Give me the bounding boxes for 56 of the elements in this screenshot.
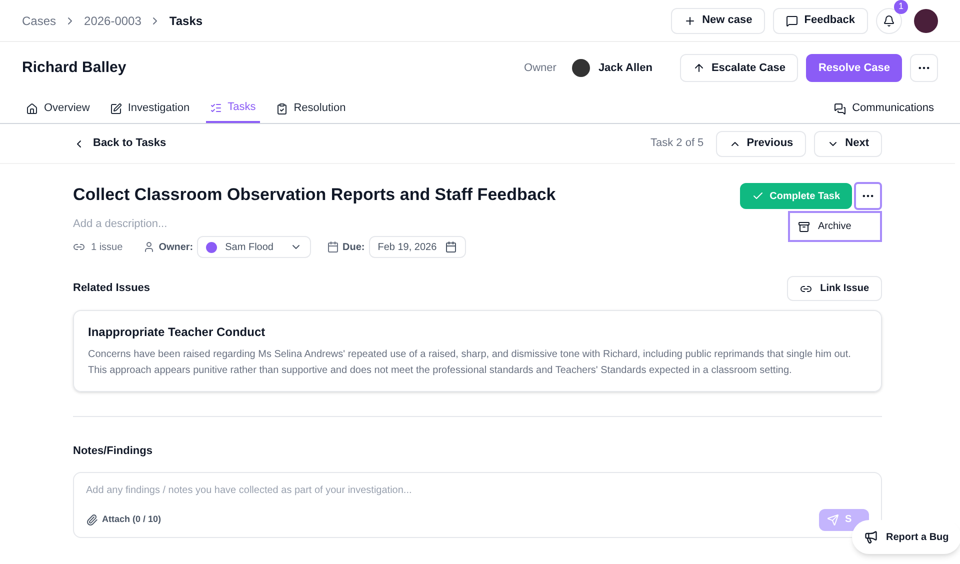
link-issue-button[interactable]: Link Issue [787,276,882,301]
owner-avatar [206,242,218,252]
feedback-button[interactable]: Feedback [773,8,868,34]
owner-avatar [572,59,590,77]
notes-placeholder: Add any findings / notes you have collected as part of your investigation... [85,484,413,498]
notification-count: 1 [894,0,908,14]
issue-title: Inappropriate Teacher Conduct [88,324,266,341]
back-link[interactable]: Back to Tasks [73,135,166,152]
bell-icon [883,14,895,26]
calendar-icon [444,241,457,253]
issue-description: Concerns have been raised regarding Ms Selina Andrews' repeated use of a raised, sharp, and dismissive tone with Richard, including public reprimands that single him out. This approach appears punitive rather than supportive and does not meet the professional standards and Teachers' Standards expected in a classroom setting. [88,348,852,378]
megaphone-icon [864,530,878,544]
arrow-up-icon [693,62,706,74]
communications-tab[interactable]: Communications [830,94,938,123]
home-icon [26,102,38,114]
clipboard-icon [276,102,288,114]
task-title: Collect Classroom Observation Reports and Staff Feedback [73,184,556,206]
chat-icon [834,102,846,114]
paperclip-icon [86,514,98,526]
case-name: Richard Balley [22,58,126,78]
report-bug-button[interactable]: Report a Bug [852,520,960,554]
user-icon [142,241,155,253]
next-button[interactable]: Next [814,130,882,156]
archive-icon [798,220,810,232]
owner-label: Owner [524,60,556,76]
new-case-button[interactable]: New case [671,8,766,34]
link-icon [73,241,85,253]
tab[interactable]: Tasks [206,94,260,123]
check-icon [752,190,764,202]
issue-count: 1 issue [91,240,123,254]
breadcrumb-link[interactable]: Cases [22,12,56,30]
owner-field-label: Owner: [158,240,194,254]
chat-icon [786,14,798,26]
owner-name: Jack Allen [598,60,652,76]
section-title: Related Issues [73,281,150,296]
plus-icon [684,14,696,26]
task-position: Task 2 of 5 [650,136,704,152]
edit-icon [110,102,122,114]
user-avatar[interactable] [914,8,938,32]
escalate-button[interactable]: Escalate Case [680,54,798,82]
owner-select[interactable]: Sam Flood [197,236,310,258]
tab[interactable]: Overview [22,94,94,123]
tab[interactable]: Investigation [106,94,194,123]
tab[interactable]: Resolution [272,94,350,123]
breadcrumb-link[interactable]: Tasks [169,12,203,30]
archive-menu-item[interactable]: Archive [790,213,860,240]
breadcrumb-link[interactable]: 2026-0003 [84,12,142,30]
section-title: Notes/Findings [73,444,154,459]
checklist-icon [210,102,222,114]
resolve-button[interactable]: Resolve Case [806,54,902,82]
send-icon [827,514,839,526]
due-date-field[interactable]: Feb 19, 2026 [368,236,466,258]
calendar-icon [326,241,338,253]
due-label: Due: [342,240,365,254]
attach-button[interactable]: Attach (0 / 10) [86,512,162,526]
previous-button[interactable]: Previous [716,130,806,156]
